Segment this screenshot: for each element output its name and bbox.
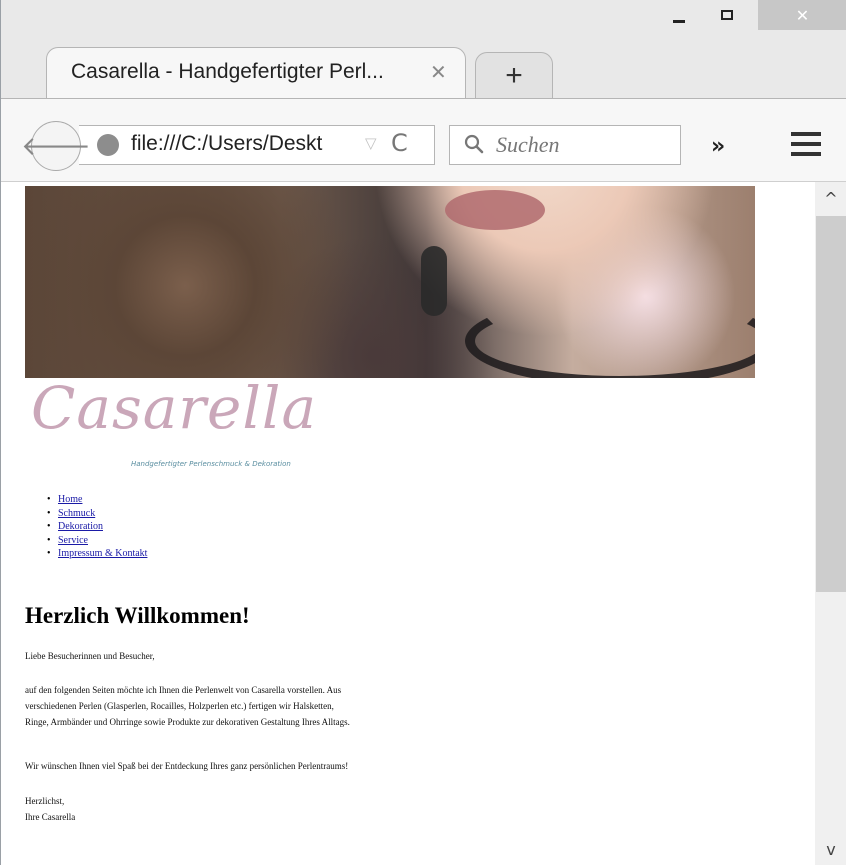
- tab-title: Casarella - Handgefertigter Perl...: [71, 60, 384, 83]
- vertical-scrollbar[interactable]: ^ v: [815, 182, 846, 865]
- signoff-line: Herzlichst,: [25, 796, 65, 806]
- search-bar[interactable]: Suchen: [449, 125, 681, 165]
- page-content: Casarella Handgefertigter Perlenschmuck …: [1, 182, 815, 865]
- dropdown-icon[interactable]: ▽: [365, 134, 377, 152]
- intro-paragraph: auf den folgenden Seiten möchte ich Ihne…: [25, 682, 350, 730]
- hamburger-menu-icon[interactable]: [791, 132, 821, 156]
- url-bar[interactable]: file:///C:/Users/Deskt ▽ C: [79, 125, 435, 165]
- intro-line: Ringe, Armbänder und Ohrringe sowie Prod…: [25, 717, 350, 727]
- new-tab-button[interactable]: +: [475, 52, 553, 98]
- site-logo[interactable]: Casarella Handgefertigter Perlenschmuck …: [25, 374, 365, 477]
- navigation-toolbar: file:///C:/Users/Deskt ▽ C 🡐 Suchen »: [1, 98, 846, 182]
- page-title: Herzlich Willkommen!: [25, 603, 250, 628]
- title-bar: ✕ Casarella - Handgefertigter Perl... ✕ …: [1, 0, 846, 98]
- signoff-line: Ihre Casarella: [25, 812, 76, 822]
- nav-item-schmuck: Schmuck: [39, 507, 147, 521]
- minimize-icon: [673, 19, 685, 23]
- globe-icon: [97, 134, 119, 156]
- browser-window: ✕ Casarella - Handgefertigter Perl... ✕ …: [0, 0, 846, 865]
- nav-item-impressum: Impressum & Kontakt: [39, 547, 147, 561]
- logo-tagline: Handgefertigter Perlenschmuck & Dekorati…: [131, 460, 291, 468]
- nav-link-dekoration[interactable]: Dekoration: [58, 521, 103, 532]
- scroll-down-icon[interactable]: v: [815, 833, 846, 865]
- scroll-thumb[interactable]: [816, 216, 846, 592]
- signoff: Herzlichst, Ihre Casarella: [25, 793, 75, 825]
- maximize-button[interactable]: [704, 0, 750, 30]
- search-placeholder: Suchen: [496, 132, 560, 157]
- intro-line: auf den folgenden Seiten möchte ich Ihne…: [25, 685, 342, 695]
- nav-item-dekoration: Dekoration: [39, 520, 147, 534]
- scroll-up-icon[interactable]: ^: [815, 182, 846, 214]
- nav-link-service[interactable]: Service: [58, 535, 88, 546]
- nav-item-service: Service: [39, 534, 147, 548]
- url-text[interactable]: file:///C:/Users/Deskt: [131, 132, 322, 156]
- wish-text: Wir wünschen Ihnen viel Spaß bei der Ent…: [25, 761, 349, 771]
- site-navigation: Home Schmuck Dekoration Service Impressu…: [39, 493, 147, 561]
- close-window-button[interactable]: ✕: [758, 0, 846, 30]
- back-button[interactable]: 🡐: [21, 121, 91, 171]
- logo-text: Casarella: [31, 374, 318, 442]
- reload-icon[interactable]: C: [391, 129, 408, 157]
- nav-link-home[interactable]: Home: [58, 494, 82, 505]
- intro-line: verschiedenen Perlen (Glasperlen, Rocail…: [25, 701, 334, 711]
- maximize-icon: [721, 10, 733, 20]
- overflow-chevron-icon[interactable]: »: [711, 134, 725, 159]
- tab-casarella[interactable]: Casarella - Handgefertigter Perl... ✕: [46, 47, 466, 98]
- plus-icon: +: [505, 58, 523, 92]
- minimize-button[interactable]: [656, 0, 702, 30]
- nav-link-schmuck[interactable]: Schmuck: [58, 508, 95, 519]
- nav-link-impressum[interactable]: Impressum & Kontakt: [58, 548, 147, 559]
- back-arrow-icon: 🡐: [21, 131, 91, 162]
- close-icon: ✕: [795, 5, 810, 25]
- greeting-text: Liebe Besucherinnen und Besucher,: [25, 651, 155, 661]
- tab-close-icon[interactable]: ✕: [430, 60, 447, 84]
- header-banner-image: [25, 186, 755, 378]
- nav-item-home: Home: [39, 493, 147, 507]
- search-icon: [464, 134, 484, 154]
